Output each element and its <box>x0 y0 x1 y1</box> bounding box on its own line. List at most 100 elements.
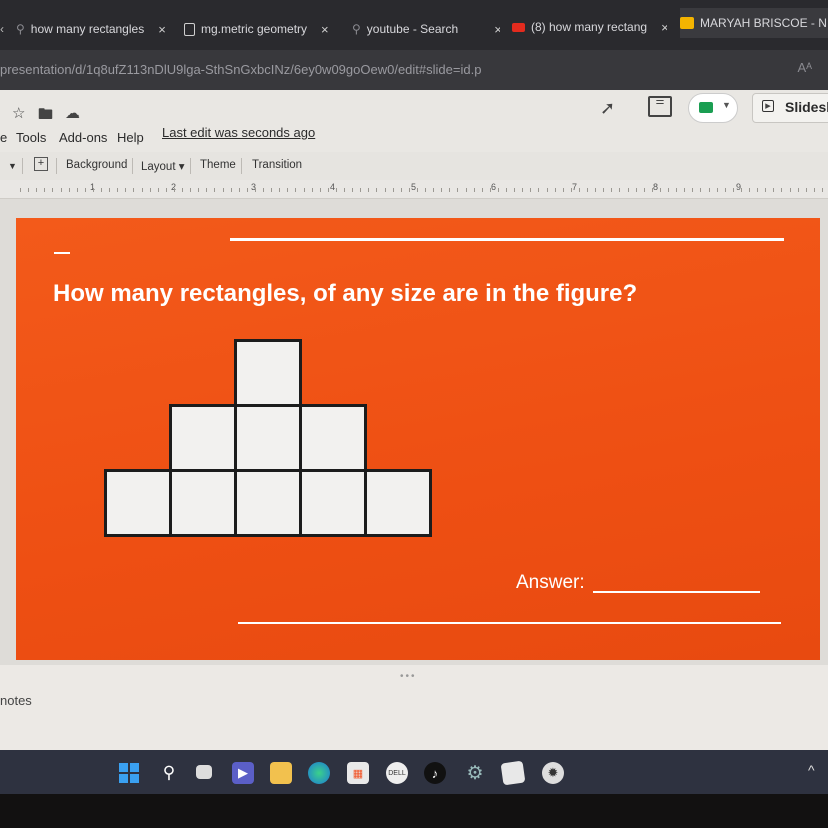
ruler-tick <box>708 188 710 192</box>
ruler-tick <box>400 188 402 192</box>
close-icon[interactable]: × <box>661 20 667 35</box>
ruler-tick <box>263 188 264 192</box>
notes-label: notes <box>0 693 32 708</box>
ruler-tick <box>222 188 224 192</box>
settings-icon[interactable]: ⚙ <box>464 762 486 784</box>
background-button[interactable]: Background <box>66 159 127 171</box>
dell-icon[interactable]: DELL <box>386 762 408 784</box>
back-chevron-icon[interactable]: ‹ <box>0 22 4 36</box>
tab-youtube-video[interactable]: (8) how many rectang × <box>512 12 667 42</box>
layout-button[interactable]: Layout ▾ <box>141 159 185 173</box>
comments-icon[interactable]: ☰ <box>648 96 672 117</box>
add-comment-icon[interactable]: + <box>34 157 48 171</box>
tab-youtube-search[interactable]: ⚲ youtube - Search × <box>352 14 500 44</box>
tiktok-icon[interactable]: ♪ <box>424 762 446 784</box>
ruler-tick <box>562 188 564 192</box>
chatgpt-icon[interactable]: ✹ <box>542 762 564 784</box>
ruler-tick <box>271 188 273 192</box>
ruler-tick <box>352 188 354 192</box>
ruler-number: 4 <box>330 182 336 192</box>
tray-chevron-icon[interactable]: ^ <box>808 762 815 778</box>
tab-label: MARYAH BRISCOE - N <box>700 16 827 30</box>
figure-square <box>364 469 432 537</box>
ruler-tick <box>198 188 200 192</box>
search-icon[interactable]: ⚲ <box>158 762 180 784</box>
activity-trend-icon[interactable]: ➚ <box>600 98 615 119</box>
tab-label: mg.metric geometry <box>201 22 308 36</box>
last-edit-link[interactable]: Last edit was seconds ago <box>162 125 315 140</box>
ruler-tick <box>254 188 256 192</box>
ruler-tick <box>68 188 70 192</box>
windows-start-icon[interactable] <box>118 762 140 784</box>
ruler-tick <box>497 188 499 192</box>
file-explorer-icon[interactable] <box>270 762 292 784</box>
url-field[interactable]: presentation/d/1q8ufZ113nDlU9lga-SthSnGx… <box>0 62 481 77</box>
ruler-tick <box>76 188 78 192</box>
ruler-tick <box>287 188 289 192</box>
menu-help[interactable]: Help <box>117 130 144 145</box>
menu-add-ons[interactable]: Add-ons <box>59 130 107 145</box>
figure-square <box>299 469 367 537</box>
ruler-tick <box>805 188 807 192</box>
horizontal-ruler[interactable]: 1 2 3 4 5 6 7 8 9 <box>0 180 828 199</box>
store-icon[interactable]: ▦ <box>347 762 369 784</box>
transition-button[interactable]: Transition <box>252 159 302 171</box>
app-icon[interactable] <box>500 760 526 786</box>
chevron-down-icon[interactable]: ▼ <box>8 161 17 171</box>
tab-label: how many rectangles <box>30 22 145 36</box>
ruler-tick <box>408 188 410 192</box>
ruler-tick <box>481 188 483 192</box>
tab-metric-geometry[interactable]: mg.metric geometry × <box>184 14 334 44</box>
ruler-tick <box>92 188 94 192</box>
ruler-tick <box>538 188 540 192</box>
ruler-tick <box>757 188 759 192</box>
menu-item-edge[interactable]: e <box>0 130 7 145</box>
ruler-tick <box>133 188 135 192</box>
ruler-tick <box>603 188 605 192</box>
ruler-tick <box>473 188 475 192</box>
ruler-tick <box>781 188 783 192</box>
resize-handle[interactable]: ••• <box>400 671 417 682</box>
ruler-tick <box>546 188 548 192</box>
task-view-icon[interactable] <box>196 765 212 779</box>
figure-square <box>234 469 302 537</box>
tab-how-many-rectangles[interactable]: ‹ ⚲ how many rectangles × <box>0 14 170 44</box>
ruler-tick <box>716 188 718 192</box>
close-icon[interactable]: × <box>321 22 329 37</box>
close-icon[interactable]: × <box>494 22 500 37</box>
menu-tools[interactable]: Tools <box>16 130 46 145</box>
answer-blank-line[interactable] <box>593 591 760 593</box>
address-bar: presentation/d/1q8ufZ113nDlU9lga-SthSnGx… <box>0 50 828 90</box>
answer-label[interactable]: Answer: <box>516 572 585 594</box>
play-icon: ▸ <box>762 100 774 112</box>
figure-square <box>234 339 302 407</box>
star-icon[interactable]: ☆ <box>12 104 25 122</box>
slideshow-button[interactable]: ▸ Slidesh <box>752 93 828 123</box>
ruler-tick <box>44 188 46 192</box>
meet-button[interactable]: ▼ <box>688 93 738 123</box>
theme-button[interactable]: Theme <box>200 159 236 171</box>
ruler-tick <box>101 188 102 192</box>
read-aloud-icon[interactable]: Aᴬ <box>797 60 812 75</box>
tab-slides-active[interactable]: MARYAH BRISCOE - N × <box>680 8 828 38</box>
ruler-tick <box>335 188 337 192</box>
speaker-notes-area[interactable]: ••• notes <box>0 665 828 750</box>
slide[interactable]: How many rectangles, of any size are in … <box>16 218 820 660</box>
ruler-tick <box>595 188 597 192</box>
cloud-status-icon[interactable]: ☁ <box>65 104 80 122</box>
slideshow-label: Slidesh <box>785 99 828 115</box>
ruler-tick <box>125 188 127 192</box>
figure-square <box>299 404 367 472</box>
slide-title[interactable]: How many rectangles, of any size are in … <box>53 280 637 308</box>
edge-icon[interactable] <box>308 762 330 784</box>
ruler-tick <box>570 188 572 192</box>
ruler-tick <box>651 188 653 192</box>
ruler-tick <box>465 188 467 192</box>
ruler-tick <box>643 188 645 192</box>
move-folder-icon[interactable]: 🖿 <box>38 104 53 129</box>
ruler-tick <box>821 188 823 192</box>
teams-icon[interactable]: ▶ <box>232 762 254 784</box>
ruler-tick <box>692 188 694 192</box>
close-icon[interactable]: × <box>158 22 166 37</box>
ruler-tick <box>724 188 726 192</box>
